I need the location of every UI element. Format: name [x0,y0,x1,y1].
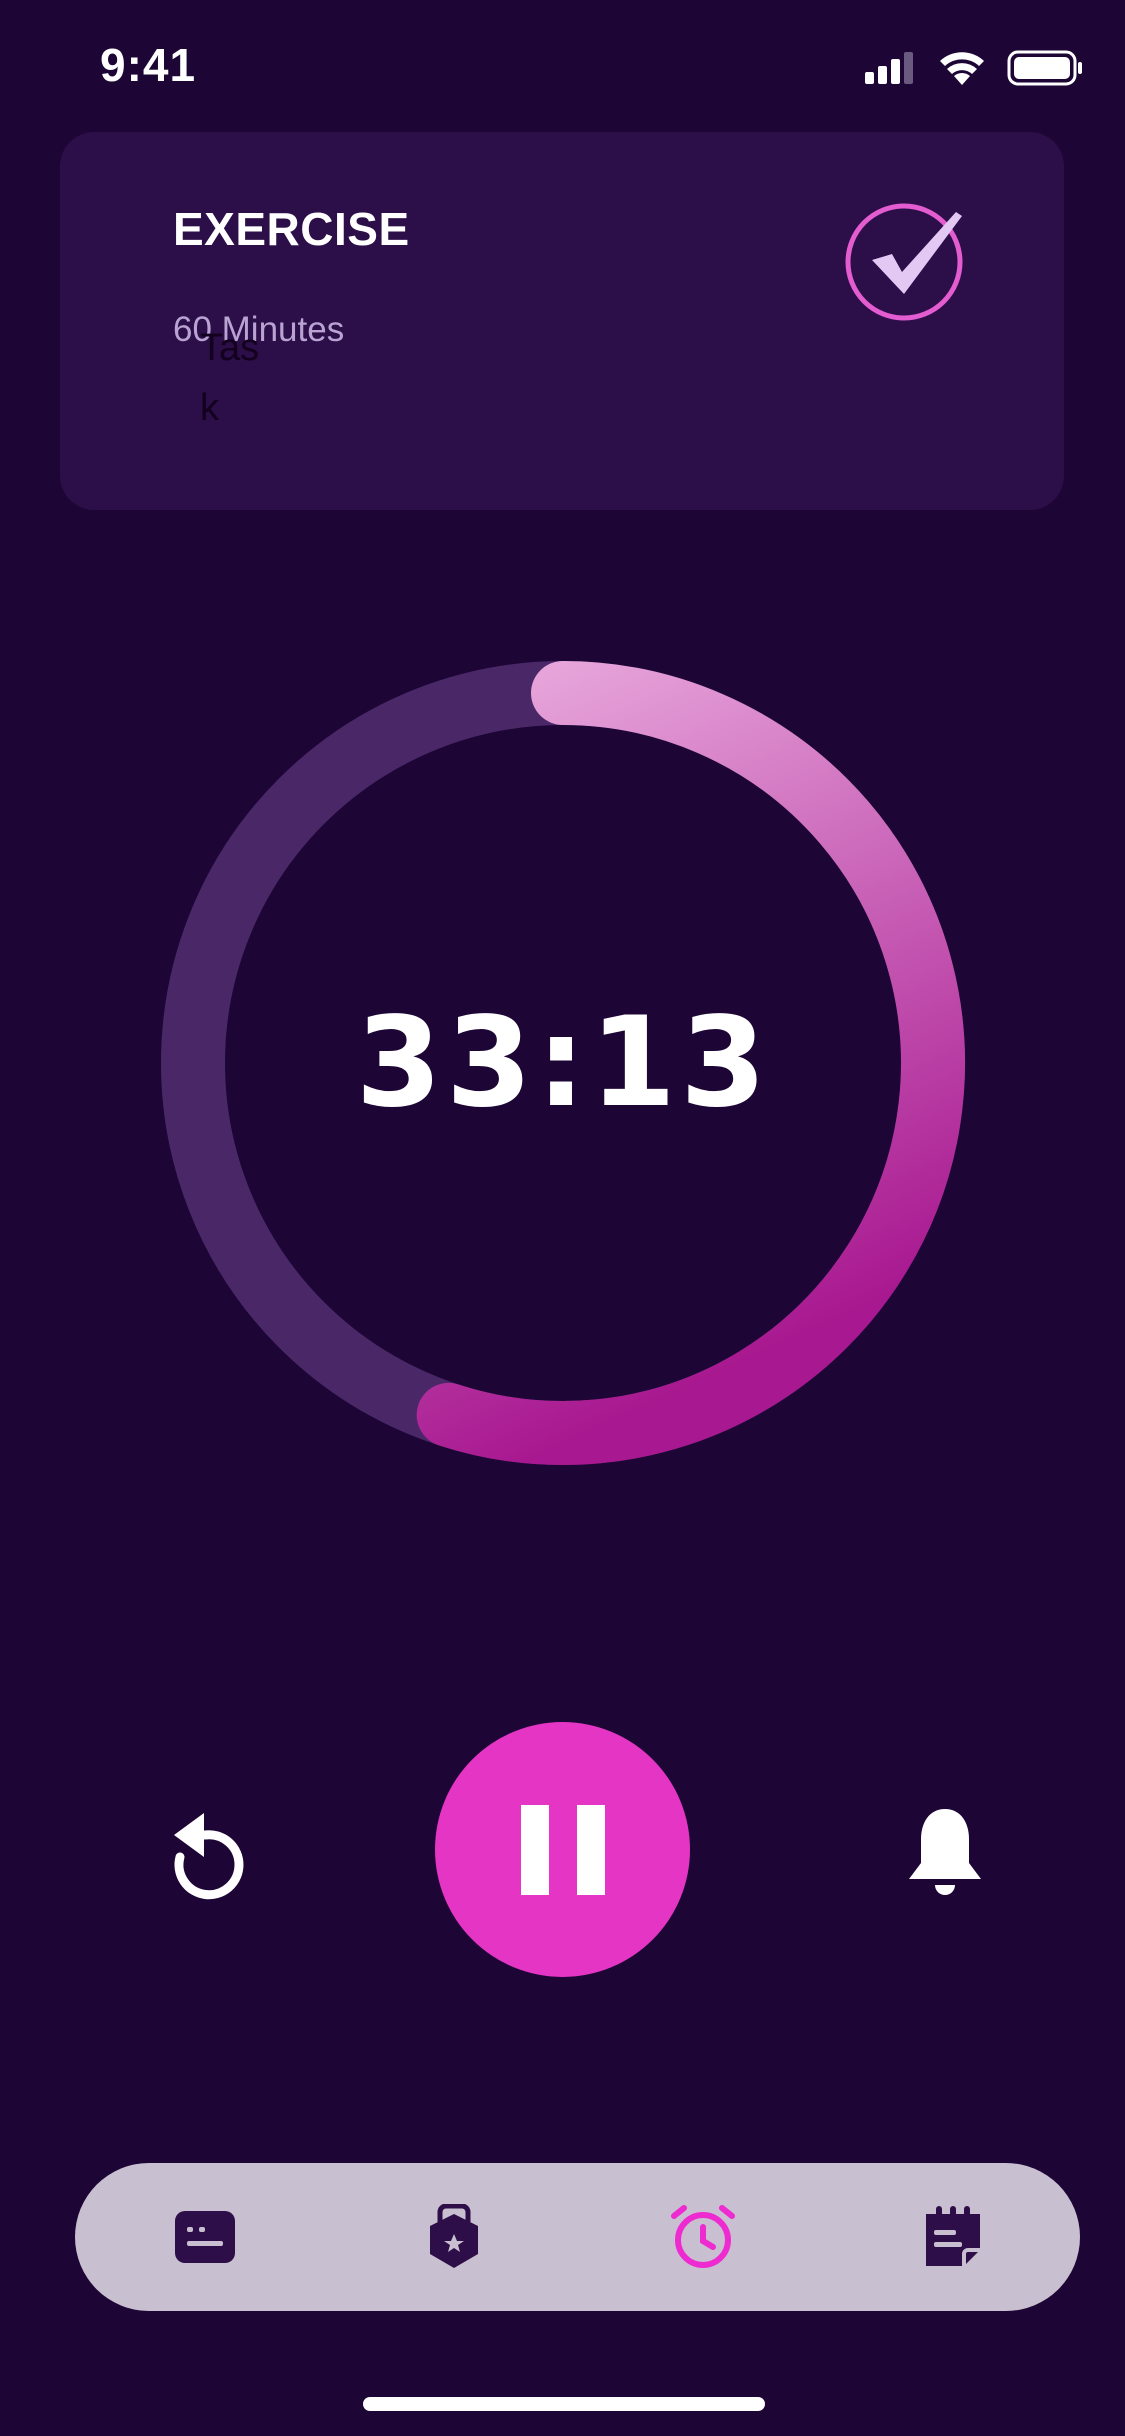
reset-icon [174,1813,244,1900]
wifi-icon [940,52,984,85]
status-time: 9:41 [100,39,197,91]
tab-tasks[interactable] [169,2201,241,2273]
alarm-clock-icon [671,2205,735,2268]
tab-achievements[interactable] [418,2201,490,2273]
home-indicator [363,2397,765,2411]
notes-icon [926,2206,980,2266]
pause-button[interactable] [435,1722,690,1977]
badge-icon [430,2204,478,2268]
status-icons [865,50,1083,86]
battery-icon [1007,50,1082,86]
task-overlay-label: Task [200,327,260,429]
tab-bar [75,2163,1080,2311]
tab-notes[interactable] [917,2201,989,2273]
bell-button[interactable] [895,1805,995,1905]
bell-icon [909,1809,981,1895]
timer-display: 33:13 [355,991,771,1135]
pause-icon-bar [576,1804,605,1895]
task-list-icon [175,2211,235,2263]
tab-timer[interactable] [667,2201,739,2273]
pause-icon [520,1804,549,1895]
cellular-signal-icon [865,52,913,84]
task-card[interactable]: EXERCISE 60 Minutes Task [60,132,1064,510]
status-bar: 9:41 [0,0,1125,135]
task-title: EXERCISE [173,203,410,255]
reset-button[interactable] [155,1805,255,1905]
check-circle-icon[interactable] [844,192,974,322]
